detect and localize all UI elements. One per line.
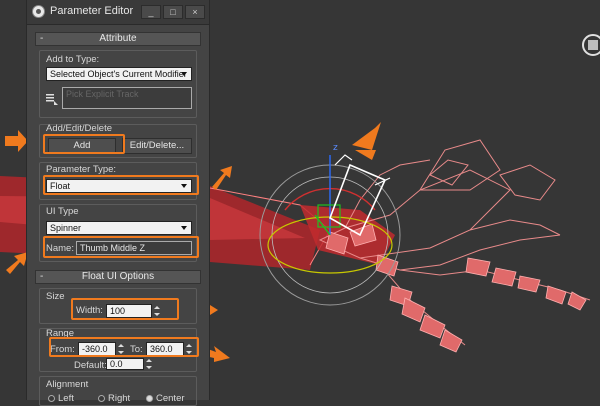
default-spinner-icon[interactable] — [146, 358, 153, 370]
rollout-title: Attribute — [99, 33, 137, 44]
minimize-button[interactable]: _ — [141, 5, 161, 19]
default-value: 0.0 — [110, 359, 123, 369]
window-title: Parameter Editor — [50, 5, 134, 17]
chevron-down-icon — [181, 226, 187, 230]
ui-type-label: UI Type — [46, 206, 79, 217]
gizmo-axis-label: z — [333, 143, 338, 153]
maximize-button[interactable]: □ — [163, 5, 183, 19]
align-right-radio[interactable] — [98, 395, 105, 402]
highlight-range — [49, 337, 199, 357]
add-edit-delete-label: Add/Edit/Delete — [46, 123, 113, 134]
align-center-radio[interactable] — [146, 395, 153, 402]
align-left-label: Left — [58, 393, 74, 404]
add-to-type-dropdown[interactable]: Selected Object's Current Modifier — [46, 67, 192, 81]
alignment-label: Alignment — [46, 379, 89, 390]
explicit-track-field[interactable]: Pick Explicit Track — [62, 87, 192, 109]
alignment-group: Alignment Left Right Center — [39, 376, 197, 406]
viewcube-icon[interactable] — [580, 32, 600, 58]
size-label: Size — [46, 291, 65, 302]
highlight-width — [71, 298, 179, 320]
highlight-add — [43, 134, 125, 154]
float-ui-options-rollout-header[interactable]: - Float UI Options — [35, 270, 201, 284]
align-left-radio[interactable] — [48, 395, 55, 402]
align-center-label: Center — [156, 393, 185, 404]
track-list-icon[interactable] — [46, 93, 58, 105]
add-to-type-label: Add to Type: — [46, 54, 100, 65]
edit-delete-button[interactable]: Edit/Delete... — [122, 138, 192, 154]
explicit-track-placeholder: Pick Explicit Track — [66, 89, 139, 99]
highlight-name — [43, 236, 199, 258]
ui-type-dropdown[interactable]: Spinner — [46, 221, 192, 235]
default-label: Default: — [74, 360, 107, 371]
add-to-type-group: Add to Type: Selected Object's Current M… — [39, 50, 197, 118]
title-bar[interactable]: Parameter Editor _ □ × — [27, 0, 209, 25]
parameter-type-label: Parameter Type: — [46, 164, 117, 175]
parameter-editor-window: Parameter Editor _ □ × - Attribute Add t… — [26, 0, 210, 406]
ui-type-value: Spinner — [50, 223, 82, 233]
chevron-down-icon — [181, 72, 187, 76]
rollout-title: Float UI Options — [81, 271, 155, 282]
app-icon — [32, 5, 45, 18]
attribute-rollout-header[interactable]: - Attribute — [35, 32, 201, 46]
close-button[interactable]: × — [185, 5, 205, 19]
highlight-parameter-type — [43, 175, 199, 195]
add-to-type-value: Selected Object's Current Modifier — [50, 69, 187, 79]
align-right-label: Right — [108, 393, 131, 404]
default-input[interactable]: 0.0 — [106, 358, 144, 370]
